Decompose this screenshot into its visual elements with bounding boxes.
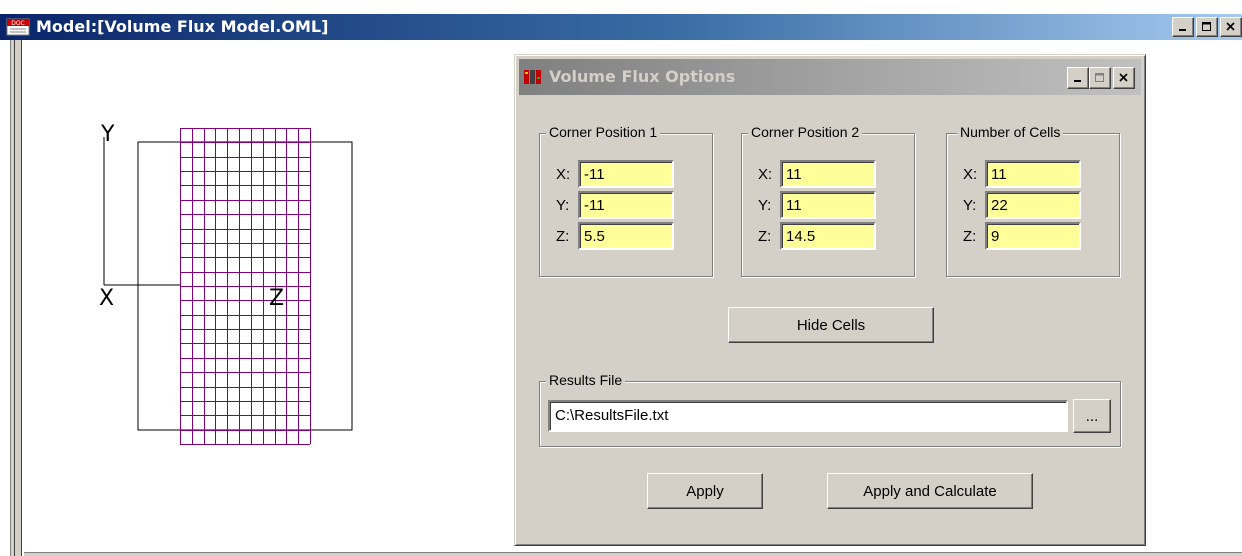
number-of-cells-label: Number of Cells xyxy=(957,124,1064,140)
maximize-icon xyxy=(1202,22,1211,31)
results-file-input[interactable]: C:\ResultsFile.txt xyxy=(548,400,1068,432)
maximize-icon xyxy=(1095,73,1104,82)
corner-position-1-group: Corner Position 1 X: Y: Z: xyxy=(539,124,713,277)
results-file-label: Results File xyxy=(546,372,626,388)
field-label-x: X: xyxy=(963,165,978,183)
doc-icon-text: DOC xyxy=(11,20,25,27)
z-axis-label: Z xyxy=(269,286,285,311)
field-label-y: Y: xyxy=(758,196,772,214)
document-icon: DOC xyxy=(6,18,30,36)
maximize-button[interactable] xyxy=(1196,17,1218,37)
minimize-icon xyxy=(1074,80,1081,82)
x-axis-label: X xyxy=(99,286,115,311)
dialog-minimize-button[interactable] xyxy=(1067,67,1089,89)
canvas-bottom-edge xyxy=(24,552,1242,556)
browse-button[interactable]: ... xyxy=(1073,399,1111,433)
window-title: Model:[Volume Flux Model.OML] xyxy=(36,17,329,36)
field-label-z: Z: xyxy=(963,227,977,245)
cells-z-input[interactable] xyxy=(985,222,1081,250)
close-button[interactable] xyxy=(1220,17,1242,37)
model-drawing xyxy=(103,128,353,445)
dialog-title-bar[interactable]: Volume Flux Options xyxy=(519,59,1141,95)
y-axis-label: Y xyxy=(101,122,115,147)
close-icon xyxy=(1226,22,1235,31)
results-file-group: Results File C:\ResultsFile.txt ... xyxy=(539,372,1121,447)
corner2-x-input[interactable] xyxy=(780,160,876,188)
field-label-y: Y: xyxy=(556,196,570,214)
close-icon xyxy=(1119,73,1128,82)
model-window-title-bar[interactable]: DOC Model:[Volume Flux Model.OML] xyxy=(0,14,1242,40)
hide-cells-button[interactable]: Hide Cells xyxy=(728,307,934,343)
app-icon xyxy=(524,70,541,84)
corner-position-2-group: Corner Position 2 X: Y: Z: xyxy=(741,124,915,277)
corner2-y-input[interactable] xyxy=(780,191,876,219)
window-left-frame xyxy=(10,40,22,556)
corner-position-1-label: Corner Position 1 xyxy=(546,124,661,140)
volume-flux-options-dialog: Volume Flux Options Corner Position 1 X:… xyxy=(514,54,1146,546)
cells-x-input[interactable] xyxy=(985,160,1081,188)
dialog-title: Volume Flux Options xyxy=(549,67,736,86)
corner1-y-input[interactable] xyxy=(578,191,674,219)
field-label-z: Z: xyxy=(758,227,772,245)
field-label-x: X: xyxy=(758,165,773,183)
field-label-x: X: xyxy=(556,165,571,183)
number-of-cells-group: Number of Cells X: Y: Z: xyxy=(946,124,1120,277)
field-label-z: Z: xyxy=(556,227,570,245)
corner2-z-input[interactable] xyxy=(780,222,876,250)
dialog-maximize-button[interactable] xyxy=(1089,67,1111,89)
cells-y-input[interactable] xyxy=(985,191,1081,219)
apply-button[interactable]: Apply xyxy=(647,473,763,509)
corner1-z-input[interactable] xyxy=(578,222,674,250)
corner-position-2-label: Corner Position 2 xyxy=(748,124,863,140)
corner1-x-input[interactable] xyxy=(578,160,674,188)
minimize-button[interactable] xyxy=(1172,17,1194,37)
field-label-y: Y: xyxy=(963,196,977,214)
dialog-close-button[interactable] xyxy=(1113,67,1135,89)
minimize-icon xyxy=(1179,29,1186,31)
apply-and-calculate-button[interactable]: Apply and Calculate xyxy=(827,473,1033,509)
